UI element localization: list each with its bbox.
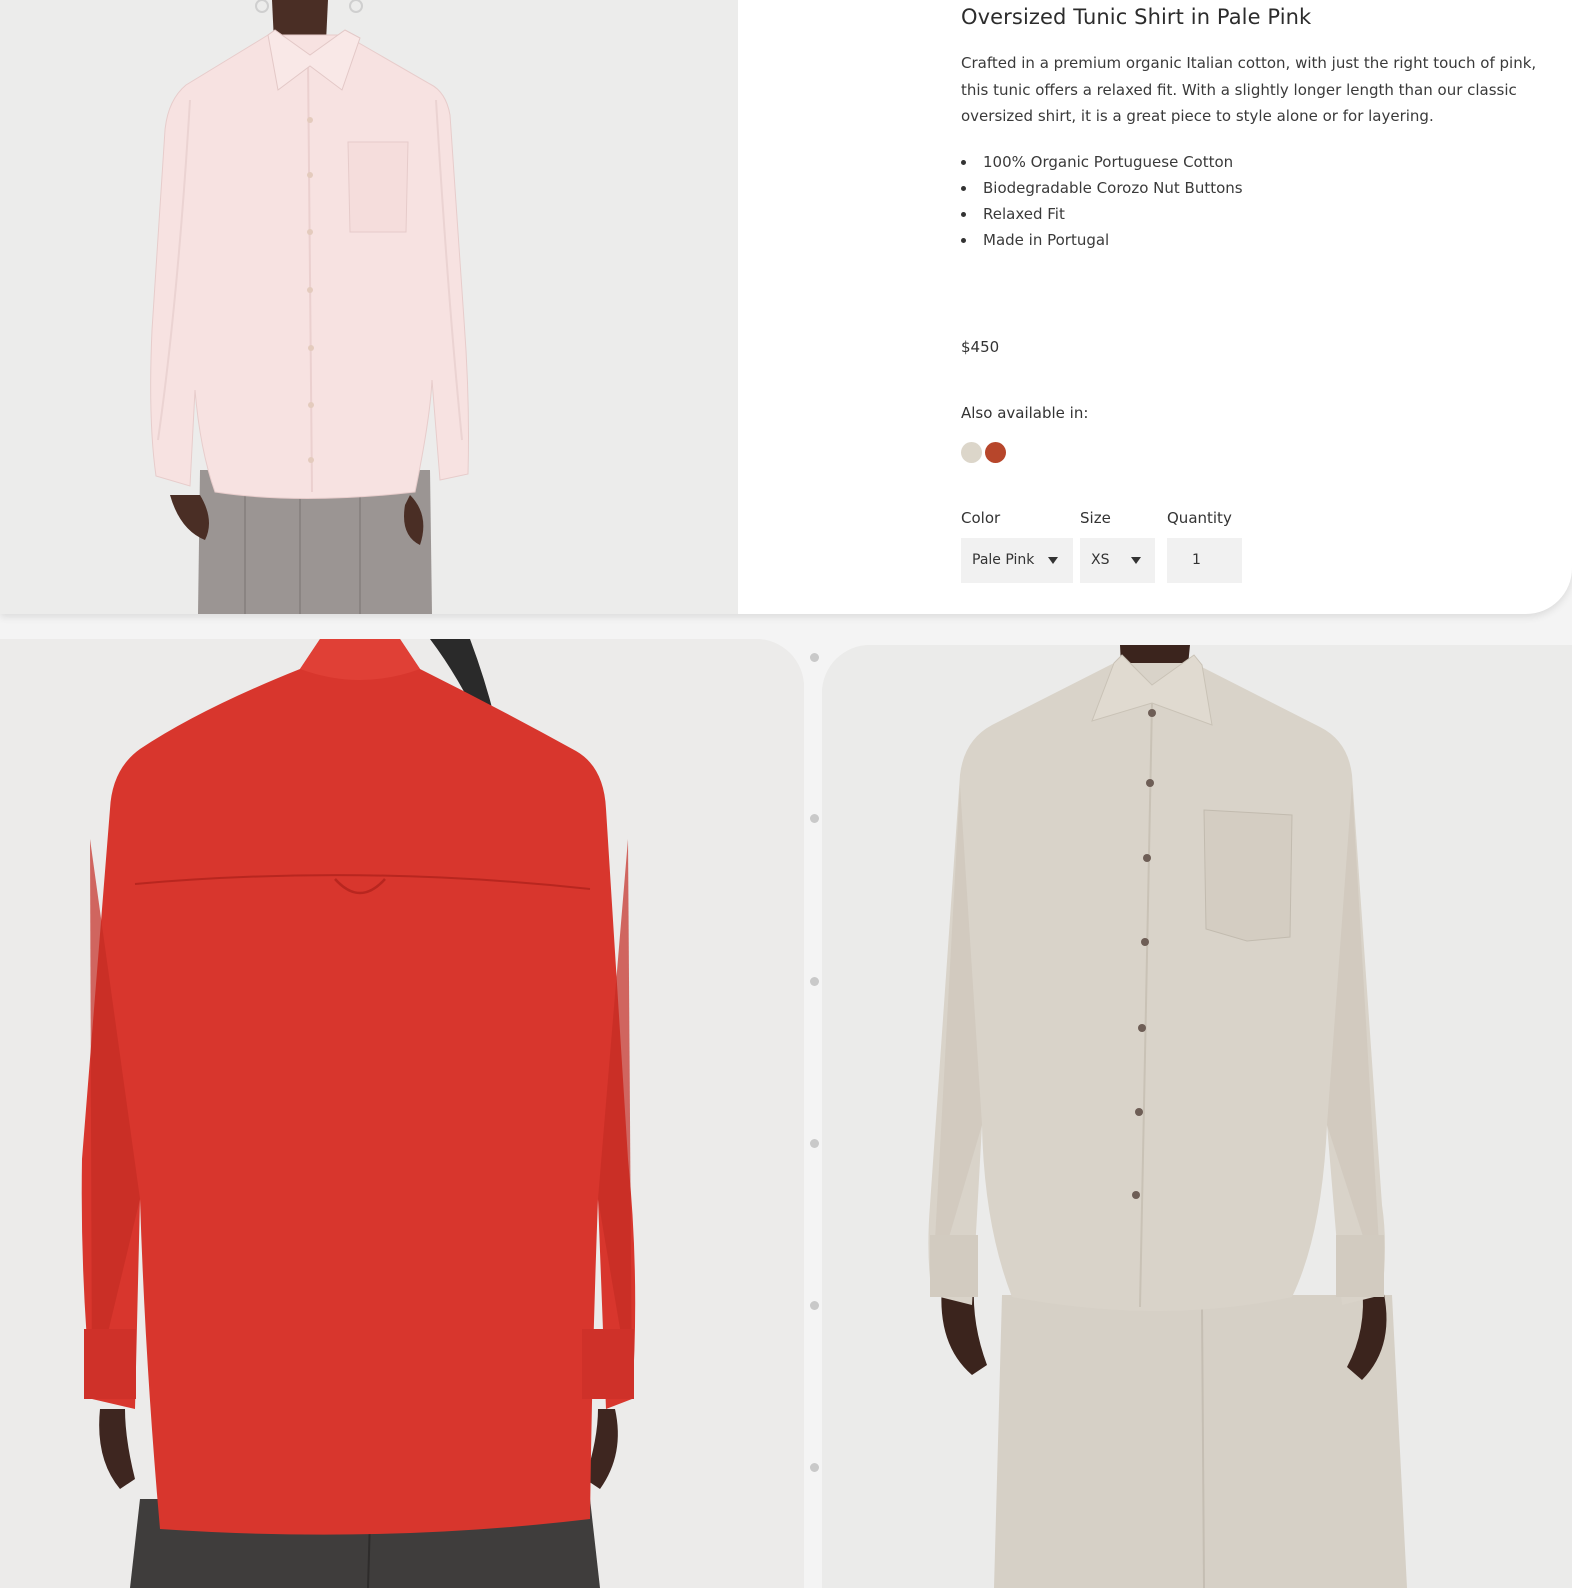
product-description: Crafted in a premium organic Italian cot…	[961, 54, 1537, 125]
pager-dot[interactable]	[810, 1301, 819, 1310]
size-label: Size	[1080, 509, 1111, 527]
pager-dot[interactable]	[810, 814, 819, 823]
feature-item: 100% Organic Portuguese Cotton	[961, 149, 1243, 175]
chevron-down-icon	[1048, 557, 1058, 564]
size-select-value: XS	[1091, 552, 1110, 568]
feature-item: Made in Portugal	[961, 227, 1243, 253]
product-image-oatmeal-front[interactable]	[822, 645, 1572, 1588]
quantity-label: Quantity	[1167, 509, 1232, 527]
pager-dot[interactable]	[810, 1139, 819, 1148]
product-image-red-back[interactable]	[0, 639, 804, 1588]
feature-list: 100% Organic Portuguese Cotton Biodegrad…	[961, 149, 1243, 253]
pager-dot[interactable]	[810, 653, 819, 662]
size-select[interactable]: XS	[1080, 538, 1155, 583]
color-select[interactable]: Pale Pink	[961, 538, 1073, 583]
color-select-value: Pale Pink	[972, 552, 1035, 568]
color-swatch-red-icon[interactable]	[985, 442, 1006, 463]
also-available-label: Also available in:	[961, 404, 1089, 422]
product-image-pale-pink-front[interactable]	[0, 0, 738, 614]
feature-item: Relaxed Fit	[961, 201, 1243, 227]
chevron-down-icon	[1131, 557, 1141, 564]
pager-dot[interactable]	[810, 1463, 819, 1472]
color-swatch-oatmeal-icon[interactable]	[961, 442, 982, 463]
quantity-input[interactable]: 1	[1167, 538, 1242, 583]
pager-dot[interactable]	[810, 977, 819, 986]
feature-item: Biodegradable Corozo Nut Buttons	[961, 175, 1243, 201]
product-detail-card: Oversized Tunic Shirt in Pale Pink Craft…	[0, 0, 1572, 614]
image-scroll-indicator	[807, 639, 819, 1588]
color-label: Color	[961, 509, 1001, 527]
product-price: $450	[961, 338, 1000, 356]
product-title: Oversized Tunic Shirt in Pale Pink	[961, 5, 1312, 29]
